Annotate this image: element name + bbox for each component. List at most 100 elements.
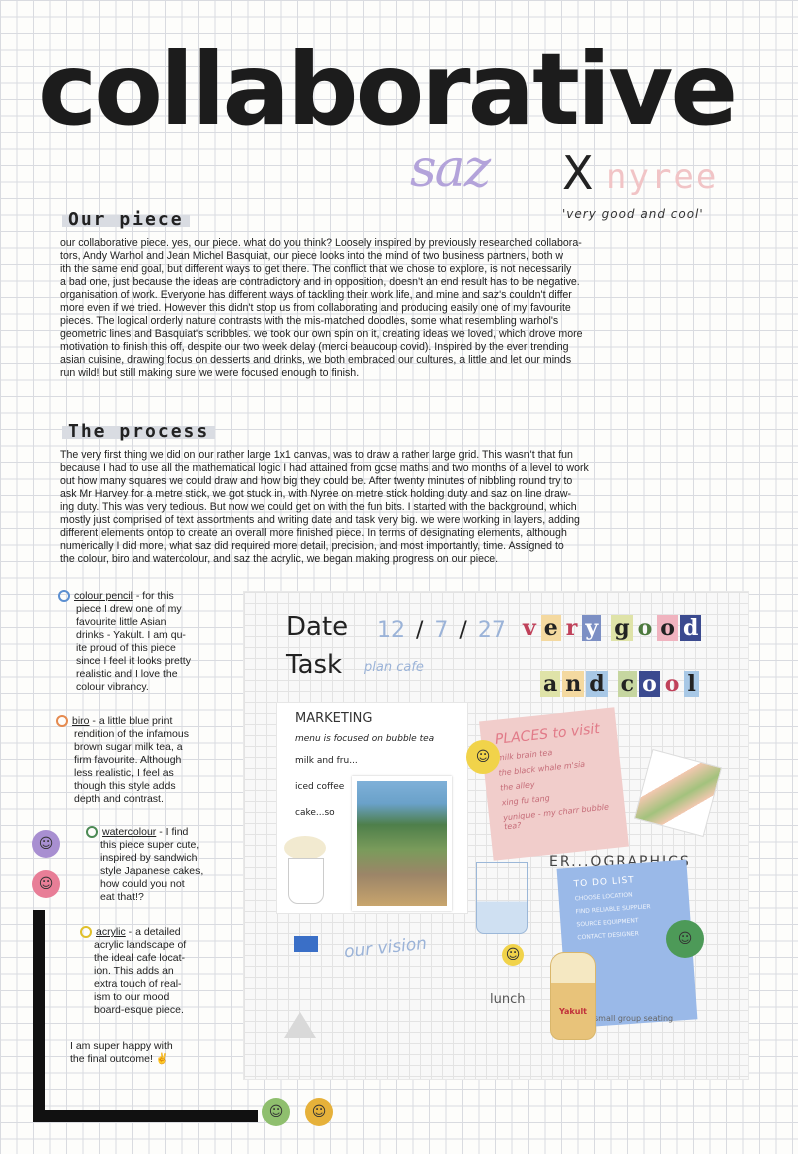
cutout-letter: v	[523, 615, 536, 641]
note-key: biro	[72, 715, 90, 727]
date-slash: /	[416, 618, 424, 643]
heading-the-process: The process	[62, 421, 216, 442]
note-line: firm favourite. Although	[74, 754, 182, 766]
green-dot-icon	[86, 826, 98, 839]
text-line: our collaborative piece. yes, our piece.…	[60, 237, 582, 249]
cutout-letter: o	[664, 671, 680, 697]
note-line: though this style adds	[74, 780, 176, 792]
note-line: the ideal cafe locat-	[94, 952, 186, 964]
text-line: more even if we tried. However this didn…	[60, 302, 571, 314]
text-line: tors, Andy Warhol and Jean Michel Basqui…	[60, 250, 564, 262]
smiley-sticker-icon: ☺	[666, 920, 704, 958]
yakult-label: Yakult	[558, 1007, 588, 1016]
note-line: inspired by sandwich	[100, 852, 198, 864]
smiley-sticker-icon: ☺	[502, 944, 524, 966]
corner-bracket-horizontal	[33, 1110, 258, 1122]
text-line: ask Mr Harvey for a metre stick, we got …	[60, 488, 572, 500]
task-label: Task	[286, 650, 343, 680]
author-separator: X	[562, 146, 594, 200]
cutout-letter: l	[684, 671, 699, 697]
lunch-label: lunch	[490, 992, 526, 1007]
note-line: this piece super cute,	[100, 839, 200, 851]
acrylic-landscape-painting	[352, 776, 452, 911]
note-line: - a little blue print	[89, 715, 173, 727]
text-line: run wild! but still making sure we were …	[60, 367, 360, 379]
text-line: different elements ontop to create an ov…	[60, 527, 567, 539]
date-value: 12 / 7 / 27	[377, 618, 506, 643]
date-label: Date	[286, 612, 349, 642]
date-part: 27	[477, 618, 506, 643]
note-line: realistic and I love the	[76, 668, 178, 680]
yakult-bottle-drawing: Yakult	[550, 952, 596, 1040]
note-line: style Japanese cakes,	[100, 865, 204, 877]
orange-dot-icon	[56, 715, 68, 728]
cutout-letter: g	[611, 615, 633, 641]
text-line: asian cuisine, drawing focus on desserts…	[60, 354, 572, 366]
note-line: favourite little Asian	[76, 616, 167, 628]
todo-item: CHOOSE LOCATION	[574, 891, 633, 903]
blue-card-sticker	[294, 936, 318, 952]
page-title: collaborative	[38, 31, 738, 148]
text-line: The very first thing we did on our rathe…	[60, 449, 573, 461]
note-line: depth and contrast.	[74, 793, 164, 805]
cutout-letter: e	[540, 615, 561, 641]
cutout-very-good: very good	[519, 614, 739, 642]
paragraph-the-process: The very first thing we did on our rathe…	[60, 449, 765, 566]
cutout-letter: o	[637, 615, 653, 641]
smiley-sticker-icon: ☺	[32, 830, 60, 858]
blue-dot-icon	[58, 590, 70, 603]
vision-label: our vision	[343, 933, 428, 963]
note-line: extra touch of real-	[94, 978, 182, 990]
note-line: drinks - Yakult. I am qu-	[76, 629, 186, 641]
dessert-cup-drawing	[280, 828, 330, 908]
smiley-sticker-icon: ☺	[32, 870, 60, 898]
note-line: brown sugar milk tea, a	[74, 741, 183, 753]
closing-line: the final outcome! ✌	[70, 1053, 169, 1065]
closing-line: I am super happy with	[70, 1040, 173, 1052]
cutout-letter: o	[639, 671, 660, 697]
date-part: 7	[434, 618, 449, 643]
note-line: how could you not	[100, 878, 185, 890]
marketing-item: milk and fru...	[295, 756, 358, 766]
note-key: acrylic	[96, 926, 126, 938]
cutout-letter: a	[540, 671, 561, 697]
author-nyree: nyree	[606, 157, 719, 197]
note-key: watercolour	[102, 826, 157, 838]
cutout-letter: c	[617, 671, 638, 697]
note-line: ion. This adds an	[94, 965, 174, 977]
places-note: PLACES to visit milk brain tea the black…	[479, 707, 629, 861]
note-acrylic: acrylic - a detailed acrylic landscape o…	[80, 926, 230, 1017]
text-line: mostly just comprised of text assortment…	[60, 514, 580, 526]
heading-our-piece: Our piece	[62, 209, 190, 230]
mountain-doodle-icon	[284, 1012, 316, 1038]
corner-bracket-vertical	[33, 910, 45, 1122]
date-part: 12	[377, 618, 405, 643]
text-line: a bad one, just because the ideas are co…	[60, 276, 580, 288]
note-biro: biro - a little blue print rendition of …	[56, 715, 241, 806]
note-line: ism to our mood	[94, 991, 170, 1003]
author-saz: saz	[410, 139, 491, 199]
note-line: - for this	[135, 590, 174, 602]
text-line: ing duty. This was very tedious. But now…	[60, 501, 577, 513]
note-line: - a detailed	[125, 926, 181, 938]
text-line: geometric lines and Basquiat's scribbles…	[60, 328, 583, 340]
note-line: - I find	[156, 826, 189, 838]
smiley-sticker-icon: ☺	[305, 1098, 333, 1126]
note-line: colour vibrancy.	[76, 681, 149, 693]
cutout-letter: d	[679, 615, 702, 641]
text-line: the colour, biro and watercolour, and sa…	[60, 553, 499, 565]
todo-item: FIND RELIABLE SUPPLIER	[575, 903, 651, 916]
note-line: acrylic landscape of	[94, 939, 187, 951]
cutout-letter: n	[562, 671, 585, 697]
text-line: motivation to finish this off, despite o…	[60, 341, 569, 353]
smiley-sticker-icon: ☺	[262, 1098, 290, 1126]
cutout-letter: y	[582, 615, 602, 641]
task-value: plan cafe	[364, 660, 424, 675]
marketing-title: MARKETING	[295, 711, 373, 726]
note-watercolour: watercolour - I find this piece super cu…	[86, 826, 236, 904]
yellow-dot-icon	[80, 926, 92, 939]
cutout-letter: r	[565, 615, 578, 641]
subtitle-quote: 'very good and cool'	[562, 207, 704, 221]
marketing-sub: menu is focused on bubble tea	[295, 734, 435, 744]
artwork-photo: Date 12 / 7 / 27 Task plan cafe very goo…	[243, 591, 749, 1080]
